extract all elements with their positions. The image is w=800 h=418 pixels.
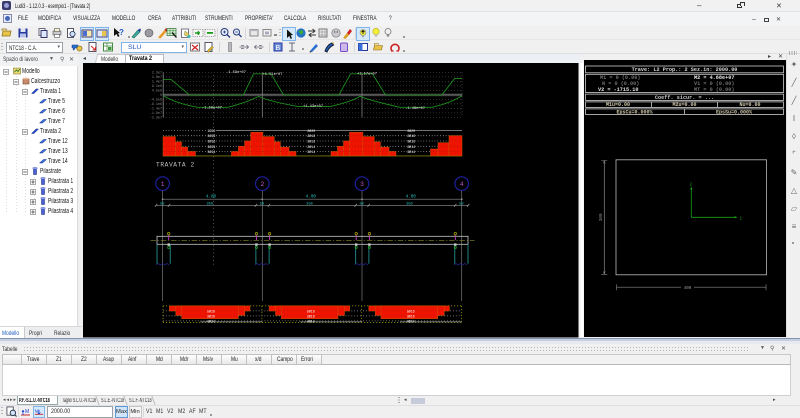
svg-text:2Ø20: 2Ø20: [407, 129, 415, 133]
svg-text:MT = 0 (0.00): MT = 0 (0.00): [694, 87, 734, 93]
svg-text:EpsCu=0.000%: EpsCu=0.000%: [616, 110, 652, 116]
svg-text:350: 350: [306, 203, 312, 207]
svg-text:3Ø14: 3Ø14: [407, 150, 415, 154]
svg-text:2Ø16: 2Ø16: [407, 134, 415, 138]
svg-text:4Ø14: 4Ø14: [307, 319, 315, 323]
svg-text:9.1e6: 9.1e6: [152, 85, 162, 89]
svg-text:3Ø16: 3Ø16: [407, 314, 415, 318]
svg-text:+1.51e+07: +1.51e+07: [263, 73, 283, 77]
svg-text:3Ø14: 3Ø14: [208, 150, 216, 154]
svg-text:1.8e7: 1.8e7: [152, 76, 162, 80]
svg-text:0: 0: [160, 94, 162, 98]
svg-text:M: M: [25, 409, 29, 415]
svg-text:4: 4: [460, 181, 464, 188]
svg-text:M: M: [35, 408, 39, 413]
svg-text:350: 350: [207, 203, 213, 207]
svg-text:3: 3: [360, 181, 364, 188]
svg-text:-4.5e6: -4.5e6: [150, 99, 162, 103]
svg-text:+1.43e+07: +1.43e+07: [303, 105, 323, 109]
svg-text:-1.50e+07: -1.50e+07: [202, 107, 222, 111]
svg-text:Trave: L2 Prop.: 2 Sez.in: 2: Trave: L2 Prop.: 2 Sez.in: 2000.00: [632, 67, 738, 73]
svg-text:2: 2: [260, 181, 264, 188]
svg-text:50: 50: [360, 203, 364, 207]
svg-text:400: 400: [684, 287, 692, 291]
svg-text:350: 350: [406, 203, 412, 207]
svg-text:M2u=0.00: M2u=0.00: [672, 102, 696, 108]
svg-text:4Ø14: 4Ø14: [407, 319, 415, 323]
svg-text:4.00: 4.00: [306, 196, 317, 200]
svg-text:5Ø16: 5Ø16: [307, 309, 315, 313]
svg-text:3Ø14: 3Ø14: [307, 150, 315, 154]
svg-text:-1.8e7: -1.8e7: [150, 112, 162, 116]
svg-text:4.00: 4.00: [206, 196, 217, 200]
svg-text:-2.3e7: -2.3e7: [150, 117, 162, 121]
svg-text:2Ø20: 2Ø20: [208, 129, 216, 133]
svg-text:TRAVATA 2: TRAVATA 2: [156, 161, 195, 168]
svg-text:50: 50: [160, 203, 164, 207]
svg-text:3Ø16: 3Ø16: [307, 140, 315, 144]
svg-text:4.00: 4.00: [406, 196, 417, 200]
svg-text:3Ø16: 3Ø16: [307, 314, 315, 318]
svg-text:5Ø16: 5Ø16: [407, 309, 415, 313]
svg-text:-1.4e7: -1.4e7: [150, 108, 162, 112]
svg-text:2Ø20: 2Ø20: [307, 129, 315, 133]
svg-text:M1u=0.00: M1u=0.00: [606, 102, 630, 108]
svg-text:1: 1: [161, 181, 165, 188]
svg-text:-1.48e+07: -1.48e+07: [405, 107, 425, 111]
svg-text:EpsSu=0.000%: EpsSu=0.000%: [716, 110, 752, 116]
svg-text:1.4e7: 1.4e7: [152, 81, 162, 85]
svg-text:4Ø14: 4Ø14: [207, 319, 215, 323]
svg-text:4.5e6: 4.5e6: [152, 90, 162, 94]
svg-text:-9.1e6: -9.1e6: [150, 103, 162, 107]
svg-text:2Ø16: 2Ø16: [307, 134, 315, 138]
svg-text:2Ø14: 2Ø14: [307, 145, 315, 149]
svg-text:Coeff. sicur. = ...: Coeff. sicur. = ...: [655, 95, 714, 101]
svg-text:2Ø14: 2Ø14: [407, 145, 415, 149]
svg-text:3Ø16: 3Ø16: [407, 140, 415, 144]
svg-text:2.3e7: 2.3e7: [152, 72, 162, 76]
svg-text:3Ø16: 3Ø16: [208, 140, 216, 144]
svg-text:50: 50: [459, 203, 463, 207]
svg-text:50: 50: [260, 203, 264, 207]
svg-text:+1.57e+07: +1.57e+07: [357, 73, 377, 77]
svg-text:2Ø16: 2Ø16: [208, 134, 216, 138]
svg-text:5Ø16: 5Ø16: [207, 309, 215, 313]
svg-text:300: 300: [600, 213, 604, 221]
svg-text:3Ø16: 3Ø16: [207, 314, 215, 318]
svg-text:Nu=0.00: Nu=0.00: [739, 102, 760, 108]
svg-text:-1.59e+07: -1.59e+07: [226, 71, 246, 75]
svg-text:2Ø14: 2Ø14: [208, 145, 216, 149]
svg-text:V2 = -1715.10: V2 = -1715.10: [598, 87, 638, 93]
